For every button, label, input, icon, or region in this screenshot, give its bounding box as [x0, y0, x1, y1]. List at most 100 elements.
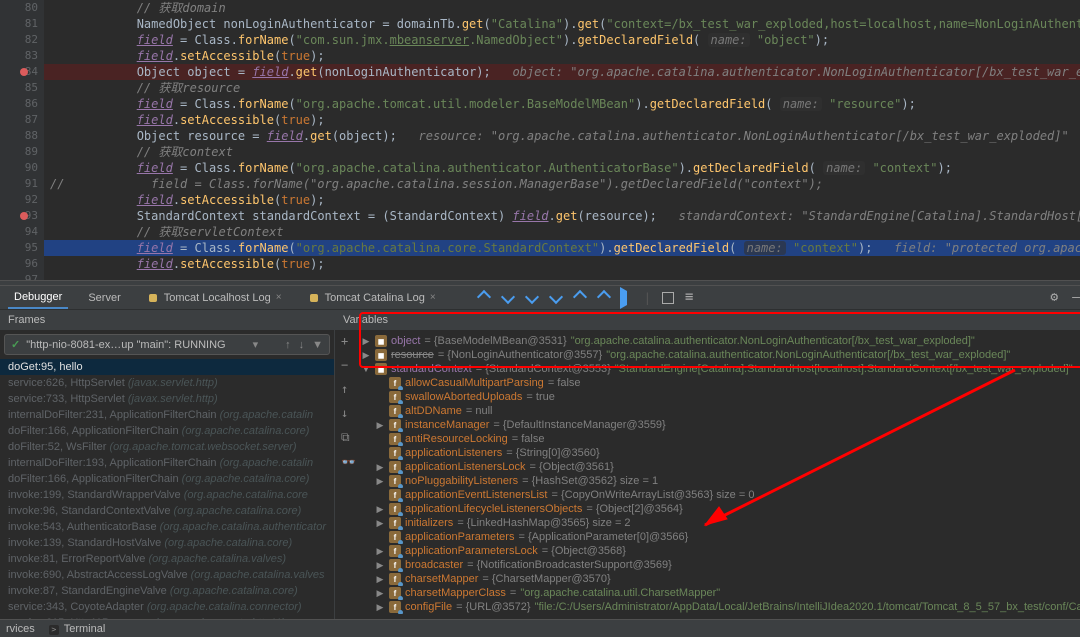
variable-row[interactable]: ▶f charsetMapperClass = "org.apache.cata…: [359, 586, 1080, 600]
frame-row[interactable]: internalDoFilter:193, ApplicationFilterC…: [0, 455, 334, 471]
tab-tomcat-localhost[interactable]: Tomcat Localhost Log ×: [141, 286, 288, 309]
frame-row[interactable]: invoke:690, AbstractAccessLogValve (org.…: [0, 567, 334, 583]
variable-row[interactable]: f swallowAbortedUploads = true: [359, 390, 1080, 404]
add-watch-icon[interactable]: +: [341, 334, 355, 348]
minimize-icon[interactable]: —: [1072, 290, 1080, 305]
variable-name: configFile: [405, 601, 452, 613]
variable-row[interactable]: f antiResourceLocking = false: [359, 432, 1080, 446]
expand-twisty-icon[interactable]: ▼: [361, 364, 371, 374]
check-icon: ✓: [11, 338, 20, 351]
frames-panel: Frames ✓ "http-nio-8081-ex…up "main": RU…: [0, 310, 335, 637]
remove-watch-icon[interactable]: −: [341, 358, 355, 372]
frame-row[interactable]: doFilter:166, ApplicationFilterChain (or…: [0, 471, 334, 487]
tab-tomcat-catalina[interactable]: Tomcat Catalina Log ×: [302, 286, 442, 309]
frame-row[interactable]: invoke:87, StandardEngineValve (org.apac…: [0, 583, 334, 599]
variable-row[interactable]: f allowCasualMultipartParsing = false: [359, 376, 1080, 390]
variable-row[interactable]: ▶◼ resource = {NonLoginAuthenticator@355…: [359, 348, 1080, 362]
expand-twisty-icon[interactable]: ▶: [375, 588, 385, 599]
code-editor[interactable]: 808182838485868788899091929394959697 // …: [0, 0, 1080, 280]
editor-code[interactable]: // 获取domain NamedObject nonLoginAuthenti…: [44, 0, 1080, 280]
variable-type-info: = {Object@3561}: [529, 461, 613, 473]
variable-type-icon: f: [389, 587, 401, 599]
expand-twisty-icon[interactable]: ▶: [375, 504, 385, 515]
services-tab[interactable]: rvices: [6, 623, 35, 635]
glasses-icon[interactable]: 👓: [341, 455, 355, 469]
step-into-icon[interactable]: [524, 291, 538, 305]
settings-icon[interactable]: ⚙: [1050, 290, 1058, 305]
variables-list[interactable]: ▶◼ object = {BaseModelMBean@3531} "org.a…: [335, 330, 1080, 637]
variable-value: "StandardEngine[Catalina].StandardHost[l…: [615, 363, 1073, 375]
frame-row[interactable]: doGet:95, hello: [0, 359, 334, 375]
frame-row[interactable]: doFilter:166, ApplicationFilterChain (or…: [0, 423, 334, 439]
thread-name: "http-nio-8081-ex…up "main": RUNNING: [26, 339, 225, 351]
expand-twisty-icon[interactable]: ▶: [375, 574, 385, 585]
expand-twisty-icon[interactable]: ▶: [375, 602, 385, 613]
expand-twisty-icon[interactable]: ▶: [361, 336, 371, 347]
variable-row[interactable]: f applicationEventListenersList = {CopyO…: [359, 488, 1080, 502]
force-step-into-icon[interactable]: [548, 291, 562, 305]
tab-debugger[interactable]: Debugger: [8, 286, 68, 309]
variable-row[interactable]: ▶f initializers = {LinkedHashMap@3565} s…: [359, 516, 1080, 530]
filter-frames-icon[interactable]: ▼: [312, 339, 323, 351]
breakpoint-icon[interactable]: [20, 212, 28, 220]
prev-frame-icon[interactable]: ↑: [285, 339, 291, 351]
editor-gutter[interactable]: 808182838485868788899091929394959697: [0, 0, 44, 280]
copy-icon[interactable]: ⧉: [341, 430, 355, 445]
variable-type-icon: f: [389, 503, 401, 515]
frame-row[interactable]: service:733, HttpServlet (javax.servlet.…: [0, 391, 334, 407]
breakpoint-icon[interactable]: [20, 68, 28, 76]
expand-twisty-icon[interactable]: ▶: [375, 546, 385, 557]
step-over-icon[interactable]: [500, 291, 514, 305]
move-up-icon[interactable]: ↑: [341, 382, 355, 396]
tab-server[interactable]: Server: [82, 286, 126, 309]
frame-row[interactable]: invoke:139, StandardHostValve (org.apach…: [0, 535, 334, 551]
close-icon[interactable]: ×: [276, 292, 282, 303]
frame-row[interactable]: internalDoFilter:231, ApplicationFilterC…: [0, 407, 334, 423]
variable-row[interactable]: ▶f charsetMapper = {CharsetMapper@3570}: [359, 572, 1080, 586]
frames-list[interactable]: doGet:95, helloservice:626, HttpServlet …: [0, 359, 334, 637]
variable-row[interactable]: f applicationParameters = {ApplicationPa…: [359, 530, 1080, 544]
close-icon[interactable]: ×: [430, 292, 436, 303]
frame-row[interactable]: invoke:199, StandardWrapperValve (org.ap…: [0, 487, 334, 503]
variable-row[interactable]: ▶f instanceManager = {DefaultInstanceMan…: [359, 418, 1080, 432]
variable-name: instanceManager: [405, 419, 489, 431]
show-execution-point-icon[interactable]: [476, 291, 490, 305]
expand-twisty-icon[interactable]: ▶: [375, 518, 385, 529]
trace-icon[interactable]: [685, 291, 699, 305]
evaluate-expression-icon[interactable]: [661, 291, 675, 305]
move-down-icon[interactable]: ↓: [341, 406, 355, 420]
variable-type-info: = false: [512, 433, 545, 445]
variable-type-info: = {HashSet@3562} size = 1: [522, 475, 658, 487]
terminal-tab[interactable]: Terminal: [49, 623, 106, 635]
bottom-toolbar: rvices Terminal: [0, 619, 1080, 637]
frame-row[interactable]: invoke:81, ErrorReportValve (org.apache.…: [0, 551, 334, 567]
frame-row[interactable]: service:626, HttpServlet (javax.servlet.…: [0, 375, 334, 391]
variable-row[interactable]: ▶f configFile = {URL@3572} "file:/C:/Use…: [359, 600, 1080, 614]
next-frame-icon[interactable]: ↓: [299, 339, 305, 351]
step-out-icon[interactable]: [572, 291, 586, 305]
expand-twisty-icon[interactable]: ▶: [375, 476, 385, 487]
thread-selector[interactable]: ✓ "http-nio-8081-ex…up "main": RUNNING ▾…: [4, 334, 330, 355]
variable-row[interactable]: f altDDName = null: [359, 404, 1080, 418]
variable-row[interactable]: ▶f applicationParametersLock = {Object@3…: [359, 544, 1080, 558]
variable-row[interactable]: ▶f applicationLifecycleListenersObjects …: [359, 502, 1080, 516]
run-to-cursor-icon[interactable]: [620, 291, 634, 305]
expand-twisty-icon[interactable]: ▶: [361, 350, 371, 361]
variable-row[interactable]: f applicationListeners = {String[0]@3560…: [359, 446, 1080, 460]
variable-type-icon: ◼: [375, 349, 387, 361]
frame-row[interactable]: invoke:96, StandardContextValve (org.apa…: [0, 503, 334, 519]
variable-row[interactable]: ▼◼ standardContext = {StandardContext@35…: [359, 362, 1080, 376]
expand-twisty-icon[interactable]: ▶: [375, 462, 385, 473]
frame-row[interactable]: service:343, CoyoteAdapter (org.apache.c…: [0, 599, 334, 615]
debug-step-toolbar: |: [476, 291, 699, 305]
variable-row[interactable]: ▶f applicationListenersLock = {Object@35…: [359, 460, 1080, 474]
variable-row[interactable]: ▶◼ object = {BaseModelMBean@3531} "org.a…: [359, 334, 1080, 348]
frame-row[interactable]: doFilter:52, WsFilter (org.apache.tomcat…: [0, 439, 334, 455]
variable-row[interactable]: ▶f noPluggabilityListeners = {HashSet@35…: [359, 474, 1080, 488]
expand-twisty-icon[interactable]: ▶: [375, 420, 385, 431]
variable-row[interactable]: ▶f broadcaster = {NotificationBroadcaste…: [359, 558, 1080, 572]
tomcat-icon: [147, 292, 159, 304]
drop-frame-icon[interactable]: [596, 291, 610, 305]
frame-row[interactable]: invoke:543, AuthenticatorBase (org.apach…: [0, 519, 334, 535]
expand-twisty-icon[interactable]: ▶: [375, 560, 385, 571]
